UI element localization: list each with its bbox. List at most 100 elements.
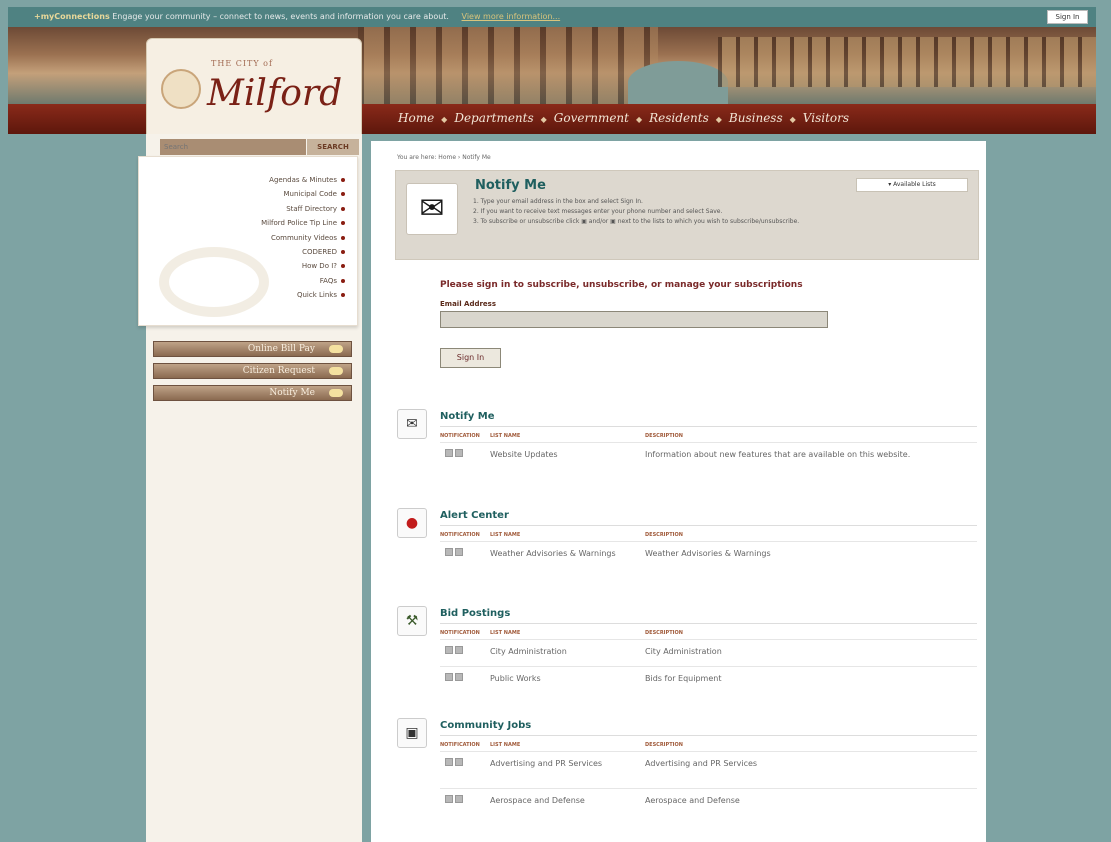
sidebar-link[interactable]: CODERED [261, 245, 345, 259]
divider [440, 426, 977, 427]
sms-subscribe-icon[interactable] [455, 795, 463, 803]
logo-name: Milford [207, 73, 343, 114]
list-description: Advertising and PR Services [645, 759, 758, 768]
column-header: NOTIFICATION [440, 630, 480, 636]
email-subscribe-icon[interactable] [445, 795, 453, 803]
section-title: Alert Center [440, 510, 509, 521]
sidebar-link[interactable]: Agendas & Minutes [261, 173, 345, 187]
search-input[interactable] [160, 139, 306, 155]
view-more-link[interactable]: View more information... [462, 12, 561, 21]
nav-separator-icon: ◆ [540, 115, 547, 124]
button-tab-icon [329, 345, 343, 353]
email-subscribe-icon[interactable] [445, 548, 453, 556]
citizen-request-label: Citizen Request [242, 366, 315, 376]
bullet-icon [341, 264, 345, 269]
column-header: LIST NAME [490, 742, 521, 748]
sidebar-link[interactable]: FAQs [261, 274, 345, 288]
notification-method [445, 758, 465, 767]
nav-item-visitors[interactable]: Visitors [803, 111, 849, 125]
decorative-swirl [159, 247, 269, 317]
sms-subscribe-icon[interactable] [455, 673, 463, 681]
gavel-icon: ⚒ [397, 606, 427, 636]
citizen-request-button[interactable]: Citizen Request [153, 363, 352, 379]
sidebar-link[interactable]: Milford Police Tip Line [261, 216, 345, 230]
briefcase-icon: ▣ [397, 718, 427, 748]
online-bill-pay-button[interactable]: Online Bill Pay [153, 341, 352, 357]
sidebar-link[interactable]: Staff Directory [261, 202, 345, 216]
river-water [628, 61, 728, 104]
nav-item-business[interactable]: Business [729, 111, 783, 125]
nav-separator-icon: ◆ [441, 115, 448, 124]
quick-links-panel: Agendas & Minutes Municipal Code Staff Dir… [138, 156, 358, 326]
sign-in-button[interactable]: Sign In [440, 348, 501, 368]
email-subscribe-icon[interactable] [445, 758, 453, 766]
instruction-step: 3. To subscribe or unsubscribe click ▣ a… [473, 218, 800, 225]
nav-item-home[interactable]: Home [398, 111, 434, 125]
button-tab-icon [329, 389, 343, 397]
list-name: Weather Advisories & Warnings [490, 549, 616, 558]
table-row: Public Works Bids for Equipment [440, 666, 977, 693]
list-name: Advertising and PR Services [490, 759, 603, 768]
email-label: Email Address [440, 300, 497, 308]
bullet-icon [341, 278, 345, 283]
search-button[interactable]: SEARCH [307, 139, 359, 155]
bullet-icon [341, 249, 345, 254]
nav-item-departments[interactable]: Departments [454, 111, 533, 125]
sidebar-link-label: Staff Directory [286, 204, 337, 213]
list-description: Weather Advisories & Warnings [645, 549, 771, 558]
nav-separator-icon: ◆ [635, 115, 643, 124]
email-subscribe-icon[interactable] [445, 673, 453, 681]
list-name: Website Updates [490, 450, 558, 459]
column-header: DESCRIPTION [645, 742, 683, 748]
sms-subscribe-icon[interactable] [455, 758, 463, 766]
sidebar: SEARCH Agendas & Minutes Municipal Code St… [138, 134, 362, 842]
list-description: Aerospace and Defense [645, 796, 740, 805]
sidebar-link[interactable]: Quick Links [261, 288, 345, 302]
sms-subscribe-icon[interactable] [455, 548, 463, 556]
online-bill-pay-label: Online Bill Pay [247, 344, 315, 354]
myconnections-brand[interactable]: +myConnections [34, 12, 110, 21]
bullet-icon [341, 293, 345, 298]
top-sign-in-button[interactable]: Sign In [1047, 10, 1088, 24]
sidebar-link-label: Milford Police Tip Line [261, 219, 337, 228]
table-row: Advertising and PR Services Advertising a… [440, 751, 977, 788]
bullet-icon [341, 235, 345, 240]
alert-icon: ● [397, 508, 427, 538]
sidebar-link-label: Community Videos [271, 233, 337, 242]
column-header: DESCRIPTION [645, 433, 683, 439]
email-field[interactable] [440, 311, 828, 328]
column-header: NOTIFICATION [440, 532, 480, 538]
notification-method [445, 795, 465, 804]
list-description: Bids for Equipment [645, 674, 722, 683]
notification-method [445, 646, 465, 655]
bridge-railing [718, 37, 1096, 87]
sms-subscribe-icon[interactable] [455, 449, 463, 457]
sidebar-link-label: Agendas & Minutes [269, 176, 337, 184]
notify-me-button[interactable]: Notify Me [153, 385, 352, 401]
sidebar-link[interactable]: How Do I? [261, 259, 345, 273]
city-logo[interactable]: THE CITY of Milford [146, 38, 362, 138]
nav-item-residents[interactable]: Residents [649, 111, 709, 125]
notify-me-label: Notify Me [269, 388, 315, 398]
notify-me-banner: ✉ Notify Me ▾ Available Lists 1. Type yo… [395, 170, 979, 260]
list-name: Public Works [490, 674, 541, 683]
breadcrumb: You are here: Home › Notify Me [397, 154, 491, 161]
notification-method [445, 673, 465, 682]
available-lists-dropdown[interactable]: ▾ Available Lists [856, 178, 968, 192]
list-name: Aerospace and Defense [490, 796, 585, 805]
sms-subscribe-icon[interactable] [455, 646, 463, 654]
sidebar-link-label: FAQs [319, 276, 337, 285]
column-header: DESCRIPTION [645, 532, 683, 538]
list-name: City Administration [490, 647, 567, 656]
list-description: City Administration [645, 647, 722, 656]
email-subscribe-icon[interactable] [445, 449, 453, 457]
bullet-icon [341, 178, 345, 182]
sidebar-link[interactable]: Community Videos [261, 231, 345, 245]
notification-method [445, 449, 465, 458]
email-subscribe-icon[interactable] [445, 646, 453, 654]
instruction-step: 1. Type your email address in the box an… [473, 198, 643, 205]
sidebar-link[interactable]: Municipal Code [261, 187, 345, 201]
nav-item-government[interactable]: Government [554, 111, 629, 125]
envelope-icon: ✉ [397, 409, 427, 439]
instructions: 1. Type your email address in the box an… [473, 197, 963, 227]
